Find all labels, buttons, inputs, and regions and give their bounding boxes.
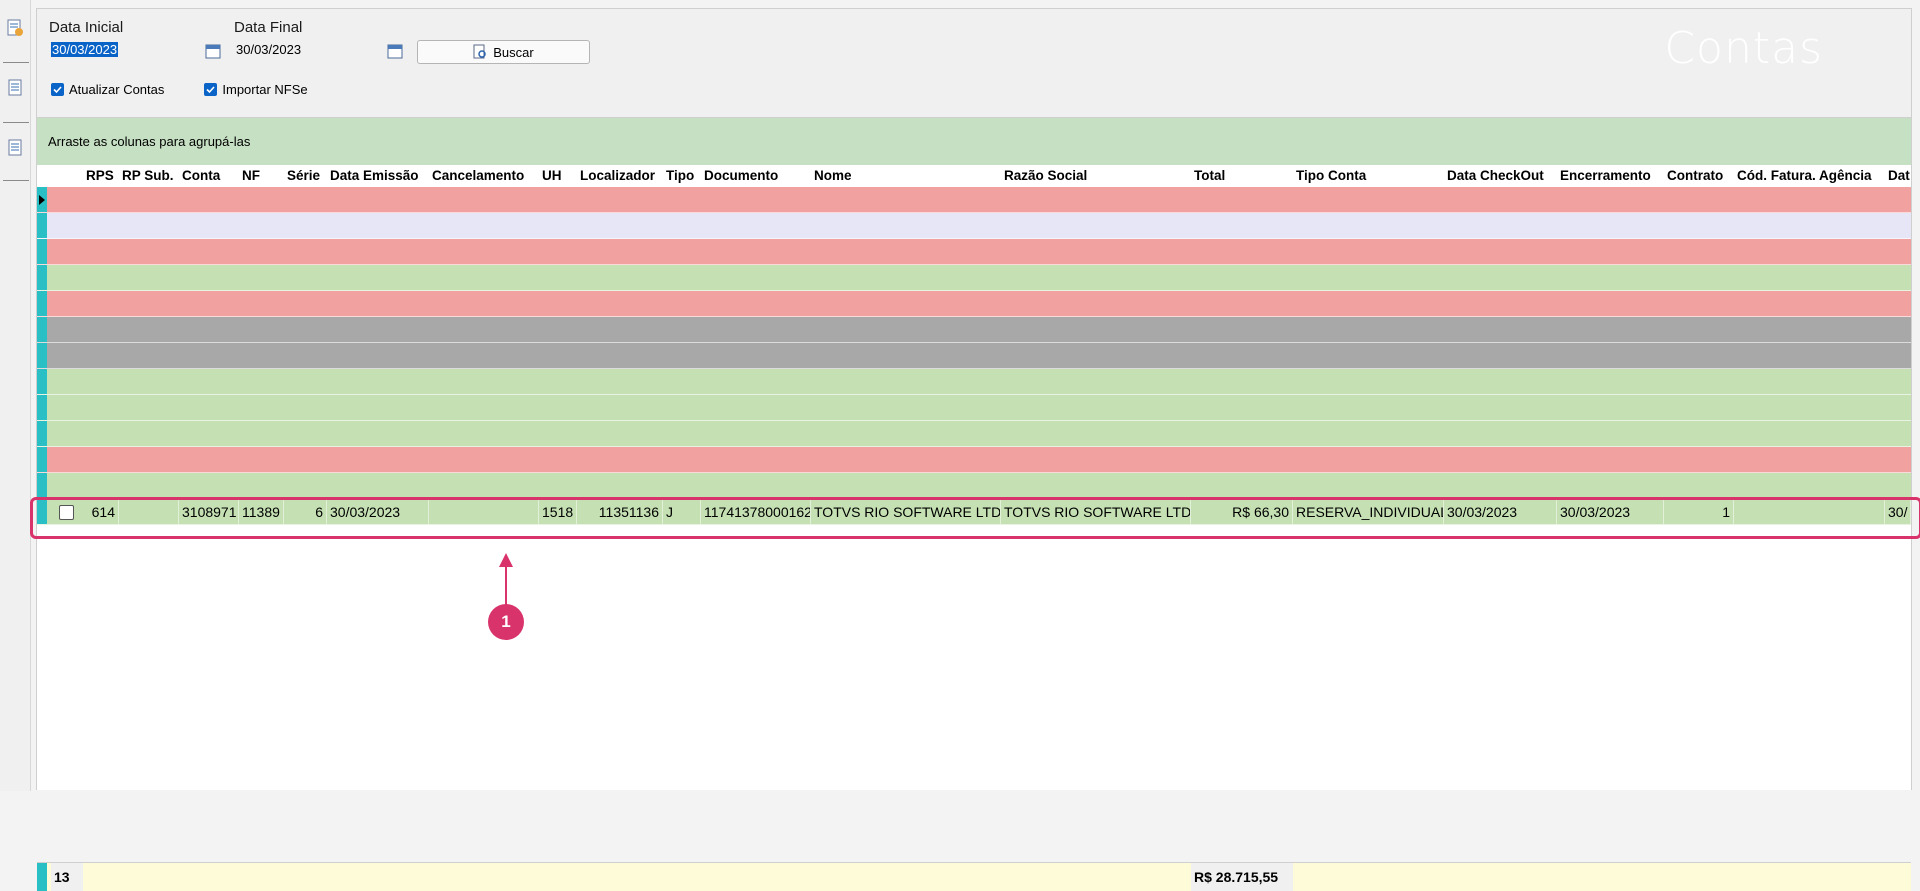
calendar-icon[interactable] bbox=[205, 43, 221, 59]
calendar-icon[interactable] bbox=[387, 43, 403, 59]
atualizar-contas-checkbox[interactable]: Atualizar Contas bbox=[51, 82, 164, 97]
document-list-icon[interactable] bbox=[5, 138, 25, 158]
contas-grid: Arraste as colunas para agrupá-las RPS R… bbox=[37, 117, 1911, 891]
data-final-value: 30/03/2023 bbox=[236, 42, 302, 57]
col-tipo-conta[interactable]: Tipo Conta bbox=[1293, 165, 1444, 187]
grid-header: RPS RP Sub. Conta NF Série Data Emissão … bbox=[37, 165, 1911, 187]
data-inicial-label: Data Inicial bbox=[49, 19, 124, 36]
buscar-label: Buscar bbox=[493, 44, 534, 60]
options-row: Atualizar Contas Importar NFSe bbox=[51, 82, 308, 97]
document-icon[interactable] bbox=[5, 78, 25, 98]
report-refresh-icon[interactable] bbox=[5, 18, 25, 38]
importar-nfse-checkbox[interactable]: Importar NFSe bbox=[204, 82, 308, 97]
group-by-area[interactable]: Arraste as colunas para agrupá-las bbox=[37, 118, 1911, 165]
buscar-button[interactable]: Buscar bbox=[417, 40, 590, 64]
table-row[interactable] bbox=[37, 395, 1911, 421]
cell-documento: 11741378000162 bbox=[701, 499, 811, 524]
col-data-emissao[interactable]: Data Emissão bbox=[327, 165, 429, 187]
footer-count: 13 bbox=[51, 863, 83, 891]
cell-localizador: 11351136 bbox=[577, 499, 663, 524]
cell-uh: 1518 bbox=[539, 499, 577, 524]
cell-total: R$ 66,30 bbox=[1191, 499, 1293, 524]
table-row[interactable] bbox=[37, 473, 1911, 499]
cell-encerramento: 30/03/2023 bbox=[1557, 499, 1664, 524]
atualizar-contas-label: Atualizar Contas bbox=[69, 82, 165, 97]
left-toolbar bbox=[0, 0, 31, 791]
search-document-icon bbox=[473, 44, 487, 59]
row-indicator bbox=[37, 863, 47, 891]
col-rp-sub[interactable]: RP Sub. bbox=[119, 165, 179, 187]
cell-cod-fatura-agencia bbox=[1734, 499, 1885, 524]
importar-nfse-label: Importar NFSe bbox=[222, 82, 308, 97]
col-cancelamento[interactable]: Cancelamento bbox=[429, 165, 539, 187]
table-row[interactable] bbox=[37, 317, 1911, 343]
row-indicator bbox=[37, 499, 47, 524]
cell-conta: 3108971 bbox=[179, 499, 239, 524]
callout-badge: 1 bbox=[488, 604, 524, 640]
cell-data-checkout: 30/03/2023 bbox=[1444, 499, 1557, 524]
col-cod-fatura-agencia[interactable]: Cód. Fatura. Agência bbox=[1734, 165, 1885, 187]
table-row[interactable] bbox=[37, 239, 1911, 265]
col-dat[interactable]: Dat bbox=[1885, 165, 1911, 187]
col-serie[interactable]: Série bbox=[284, 165, 327, 187]
checkmark-icon bbox=[51, 83, 64, 96]
col-localizador[interactable]: Localizador bbox=[577, 165, 663, 187]
table-row[interactable] bbox=[37, 265, 1911, 291]
data-inicial-value: 30/03/2023 bbox=[51, 42, 119, 57]
cell-nf: 11389 bbox=[239, 499, 284, 524]
col-encerramento[interactable]: Encerramento bbox=[1557, 165, 1664, 187]
table-row[interactable] bbox=[37, 187, 1911, 213]
table-row[interactable] bbox=[37, 447, 1911, 473]
cell-razao-social: TOTVS RIO SOFTWARE LTDA bbox=[1001, 499, 1191, 524]
col-contrato[interactable]: Contrato bbox=[1664, 165, 1734, 187]
cell-tipo: J bbox=[663, 499, 701, 524]
contas-panel: Data Inicial 30/03/2023 Data Final 30/03… bbox=[36, 8, 1912, 891]
col-tipo[interactable]: Tipo bbox=[663, 165, 701, 187]
cell-tipo-conta: RESERVA_INDIVIDUAL bbox=[1293, 499, 1444, 524]
cell-contrato: 1 bbox=[1664, 499, 1734, 524]
data-final-label: Data Final bbox=[234, 19, 303, 36]
checkmark-icon bbox=[204, 83, 218, 96]
col-conta[interactable]: Conta bbox=[179, 165, 239, 187]
table-row[interactable] bbox=[37, 291, 1911, 317]
table-row[interactable] bbox=[37, 343, 1911, 369]
footer-total: R$ 28.715,55 bbox=[1191, 863, 1293, 891]
cell-dat: 30/ bbox=[1885, 499, 1911, 524]
page-title: Contas bbox=[1664, 23, 1823, 74]
table-row[interactable] bbox=[37, 369, 1911, 395]
cell-cancelamento bbox=[429, 499, 539, 524]
cell-nome: TOTVS RIO SOFTWARE LTDA bbox=[811, 499, 1001, 524]
col-rps[interactable]: RPS bbox=[83, 165, 119, 187]
cell-serie: 6 bbox=[284, 499, 327, 524]
cell-rp-sub bbox=[119, 499, 179, 524]
col-nome[interactable]: Nome bbox=[811, 165, 1001, 187]
col-documento[interactable]: Documento bbox=[701, 165, 811, 187]
cell-data-emissao: 30/03/2023 bbox=[327, 499, 429, 524]
col-data-checkout[interactable]: Data CheckOut bbox=[1444, 165, 1557, 187]
row-select-checkbox[interactable] bbox=[59, 505, 74, 520]
col-nf[interactable]: NF bbox=[239, 165, 284, 187]
col-uh[interactable]: UH bbox=[539, 165, 577, 187]
col-razao-social[interactable]: Razão Social bbox=[1001, 165, 1191, 187]
annotation-arrow bbox=[505, 556, 507, 605]
table-row[interactable] bbox=[37, 213, 1911, 239]
data-final-field[interactable]: 30/03/2023 bbox=[234, 39, 386, 61]
grid-footer: 13 R$ 28.715,55 bbox=[37, 862, 1911, 891]
table-row-highlighted[interactable]: 614 3108971 11389 6 30/03/2023 1518 1135… bbox=[37, 499, 1911, 525]
col-total[interactable]: Total bbox=[1191, 165, 1293, 187]
table-row[interactable] bbox=[37, 421, 1911, 447]
data-inicial-field[interactable]: 30/03/2023 bbox=[49, 39, 211, 61]
cell-rps: 614 bbox=[83, 499, 119, 524]
